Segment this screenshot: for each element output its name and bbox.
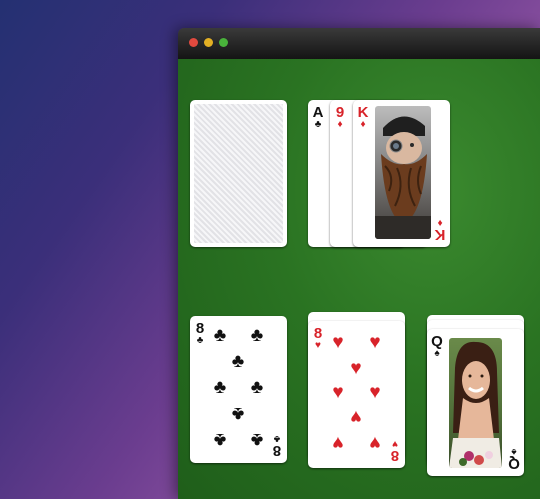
club-icon: ♣ — [213, 325, 227, 346]
king-face-portrait — [375, 106, 431, 239]
waste-card-king-diamonds[interactable]: K ♦ K ♦ — [353, 100, 450, 247]
heart-icon: ♥ — [350, 406, 362, 427]
club-icon: ♣ — [213, 377, 227, 398]
solitaire-window: A ♣ 9 ♦ K ♦ K ♦ 8 ♣ ♣ ♣ ♣ ♣ ♣ ♣ ♣ ♣ 8 ♣ … — [178, 28, 540, 499]
diamond-icon: ♦ — [337, 119, 343, 130]
bearded-man-icon — [375, 116, 431, 239]
diamond-icon: ♦ — [360, 119, 366, 130]
title-bar — [178, 28, 540, 59]
card-rank: K — [434, 226, 446, 243]
club-icon: ♣ — [250, 377, 264, 398]
game-table: A ♣ 9 ♦ K ♦ K ♦ 8 ♣ ♣ ♣ ♣ ♣ ♣ ♣ ♣ ♣ 8 ♣ … — [178, 59, 540, 499]
club-icon: ♣ — [213, 429, 227, 450]
card-rank: 8 — [272, 442, 282, 459]
queen-face-portrait — [449, 338, 502, 468]
club-icon: ♣ — [231, 403, 245, 424]
maximize-button[interactable] — [219, 38, 228, 47]
heart-icon: ♥ — [350, 358, 362, 379]
club-icon: ♣ — [196, 335, 204, 346]
heart-icon: ♥ — [332, 432, 344, 453]
tableau-card-queen-spades[interactable]: Q ♠ Q ♠ — [427, 329, 524, 476]
card-rank: Q — [508, 455, 520, 472]
minimize-button[interactable] — [204, 38, 213, 47]
heart-icon: ♥ — [369, 382, 381, 403]
heart-icon: ♥ — [369, 332, 381, 353]
spade-icon: ♠ — [434, 348, 440, 359]
heart-icon: ♥ — [332, 332, 344, 353]
heart-icon: ♥ — [369, 432, 381, 453]
card-rank: 8 — [390, 447, 400, 464]
club-icon: ♣ — [250, 325, 264, 346]
heart-icon: ♥ — [315, 340, 321, 351]
tableau-card-eight-clubs[interactable]: 8 ♣ ♣ ♣ ♣ ♣ ♣ ♣ ♣ ♣ 8 ♣ — [190, 316, 287, 463]
club-icon: ♣ — [314, 119, 322, 130]
tableau-card-eight-hearts[interactable]: 8 ♥ ♥ ♥ ♥ ♥ ♥ ♥ ♥ ♥ 8 ♥ — [308, 321, 405, 468]
club-icon: ♣ — [231, 351, 245, 372]
smiling-woman-icon — [449, 341, 502, 468]
stock-pile[interactable] — [190, 100, 287, 247]
club-icon: ♣ — [250, 429, 264, 450]
close-button[interactable] — [189, 38, 198, 47]
heart-icon: ♥ — [332, 382, 344, 403]
